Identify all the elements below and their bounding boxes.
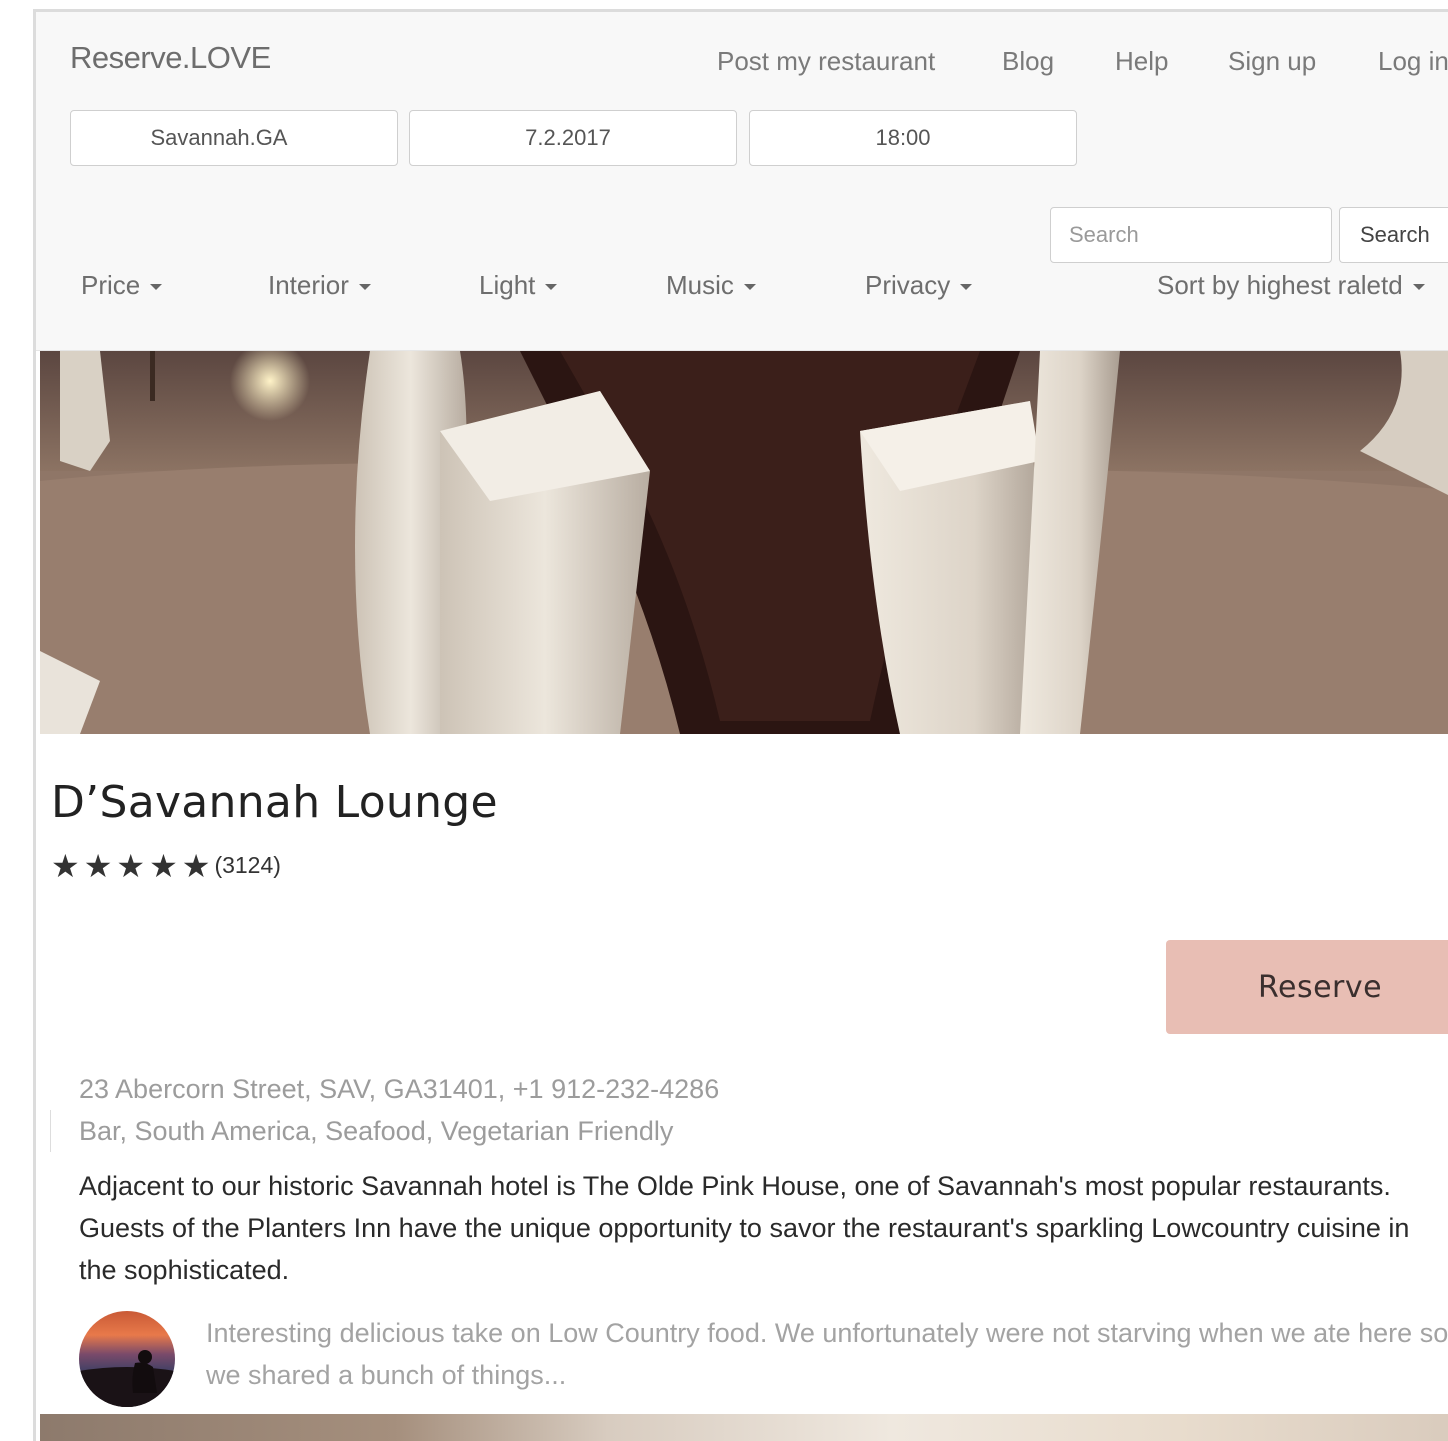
nav-post-restaurant[interactable]: Post my restaurant	[717, 46, 935, 77]
restaurant-description: Adjacent to our historic Savannah hotel …	[79, 1171, 1410, 1285]
caret-down-icon	[743, 284, 756, 291]
filter-light-label: Light	[479, 270, 536, 300]
reviewer-avatar-image	[79, 1350, 175, 1407]
divider	[50, 1110, 51, 1152]
restaurant-photo-illustration	[40, 351, 1448, 734]
restaurant-name[interactable]: D’Savannah Lounge	[51, 777, 498, 828]
filter-interior[interactable]: Interior	[268, 270, 371, 301]
star-icon: ★	[83, 848, 113, 884]
restaurant-tags: Bar, South America, Seafood, Vegetarian …	[79, 1116, 674, 1146]
nav-sign-up[interactable]: Sign up	[1228, 46, 1316, 77]
brand-logo[interactable]: Reserve.LOVE	[70, 40, 271, 76]
star-rating: ★ ★ ★ ★ ★ (3124)	[51, 847, 281, 885]
site-header: Reserve.LOVE Post my restaurant Blog Hel…	[36, 12, 1448, 351]
star-icon: ★	[149, 848, 178, 884]
reviewer-avatar[interactable]	[79, 1311, 175, 1407]
review-snippet[interactable]: Interesting delicious take on Low Countr…	[206, 1312, 1448, 1396]
filter-interior-label: Interior	[268, 270, 349, 300]
date-field[interactable]: 7.2.2017	[409, 110, 737, 166]
caret-down-icon	[545, 284, 558, 291]
filter-music-label: Music	[666, 270, 734, 300]
nav-blog[interactable]: Blog	[1002, 46, 1054, 77]
rating-count: (3124)	[214, 852, 281, 878]
time-field[interactable]: 18:00	[749, 110, 1077, 166]
star-icon: ★	[181, 848, 211, 884]
nav-help[interactable]: Help	[1115, 46, 1168, 77]
search-button[interactable]: Search	[1339, 207, 1448, 263]
location-field[interactable]: Savannah.GA	[70, 110, 398, 166]
filter-music[interactable]: Music	[666, 270, 756, 301]
caret-down-icon	[960, 284, 973, 291]
reserve-button[interactable]: Reserve	[1166, 940, 1448, 1034]
star-icon: ★	[51, 848, 80, 884]
next-restaurant-photo[interactable]	[40, 1414, 1448, 1441]
restaurant-address: 23 Abercorn Street, SAV, GA31401, +1 912…	[79, 1074, 720, 1104]
restaurant-info: 23 Abercorn Street, SAV, GA31401, +1 912…	[50, 1068, 720, 1152]
filter-light[interactable]: Light	[479, 270, 558, 301]
filter-price[interactable]: Price	[81, 270, 163, 301]
caret-down-icon	[1412, 284, 1425, 291]
sort-label: Sort by highest raletd	[1157, 270, 1403, 300]
search-input[interactable]	[1050, 207, 1332, 263]
filter-privacy[interactable]: Privacy	[865, 270, 973, 301]
caret-down-icon	[150, 284, 163, 291]
browser-frame: Reserve.LOVE Post my restaurant Blog Hel…	[33, 9, 1448, 1441]
sort-dropdown[interactable]: Sort by highest raletd	[1157, 270, 1425, 301]
filter-privacy-label: Privacy	[865, 270, 951, 300]
star-icon: ★	[116, 848, 146, 884]
nav-log-in[interactable]: Log in	[1378, 46, 1448, 77]
restaurant-photo[interactable]	[40, 351, 1448, 734]
filter-price-label: Price	[81, 270, 141, 300]
caret-down-icon	[358, 284, 371, 291]
